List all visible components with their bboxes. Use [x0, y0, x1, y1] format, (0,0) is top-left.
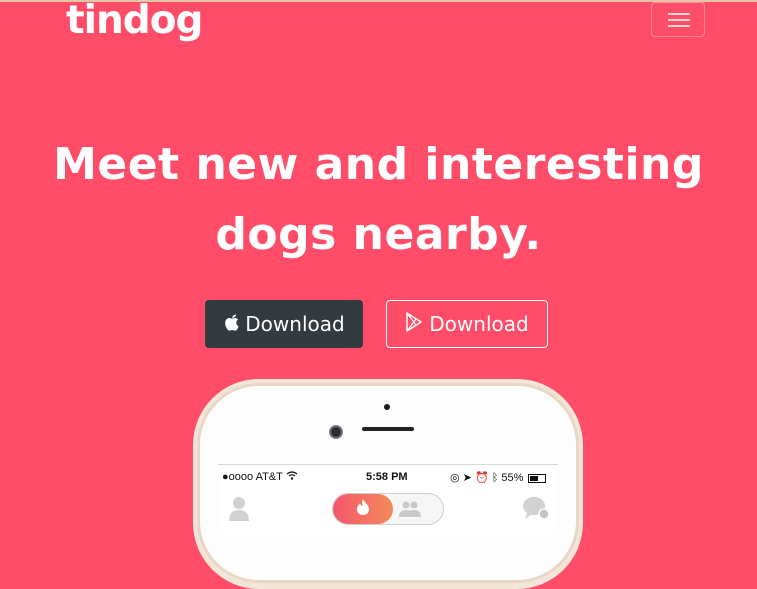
bluetooth-icon: ᛒ — [491, 472, 499, 484]
status-carrier: ●oooo AT&T — [222, 471, 298, 483]
flame-icon — [356, 498, 370, 520]
group-icon — [397, 501, 423, 522]
status-right-group: ◎ ➤ ⏰ ᛒ 55% — [450, 471, 547, 484]
download-apple-label: Download — [245, 312, 345, 336]
headline-line-2: dogs nearby. — [215, 209, 542, 260]
phone-speaker — [362, 427, 414, 431]
status-time: 5:58 PM — [366, 471, 408, 483]
location-icon: ➤ — [462, 472, 472, 484]
lock-rotation-icon: ◎ — [450, 472, 460, 484]
tab-discover[interactable] — [333, 494, 393, 524]
alarm-icon: ⏰ — [474, 472, 489, 484]
view-toggle-segmented — [332, 493, 444, 525]
phone-camera — [329, 425, 343, 439]
phone-screen: ●oooo AT&T 5:58 PM ◎ ➤ ⏰ ᛒ 55% — [218, 464, 558, 535]
battery-percent: 55% — [501, 472, 524, 484]
download-google-play-button[interactable]: Download — [386, 300, 548, 348]
headline-line-1: Meet new and interesting — [53, 139, 704, 190]
hero-headline: Meet new and interesting dogs nearby. — [0, 130, 757, 270]
tab-groups[interactable] — [397, 500, 423, 522]
chat-icon[interactable] — [522, 495, 550, 525]
app-top-bar — [218, 491, 558, 531]
phone-sensor-dot — [384, 404, 390, 410]
download-apple-button[interactable]: Download — [205, 300, 363, 348]
phone-status-bar: ●oooo AT&T 5:58 PM ◎ ➤ ⏰ ᛒ 55% — [218, 471, 558, 487]
download-google-label: Download — [429, 312, 529, 336]
apple-icon — [223, 312, 239, 336]
wifi-icon — [286, 471, 298, 483]
battery-icon — [528, 473, 547, 483]
brand-logo[interactable]: tindog — [66, 0, 203, 43]
navbar-toggle-button[interactable] — [651, 2, 705, 37]
google-play-icon — [405, 311, 423, 337]
profile-icon[interactable] — [228, 495, 250, 525]
